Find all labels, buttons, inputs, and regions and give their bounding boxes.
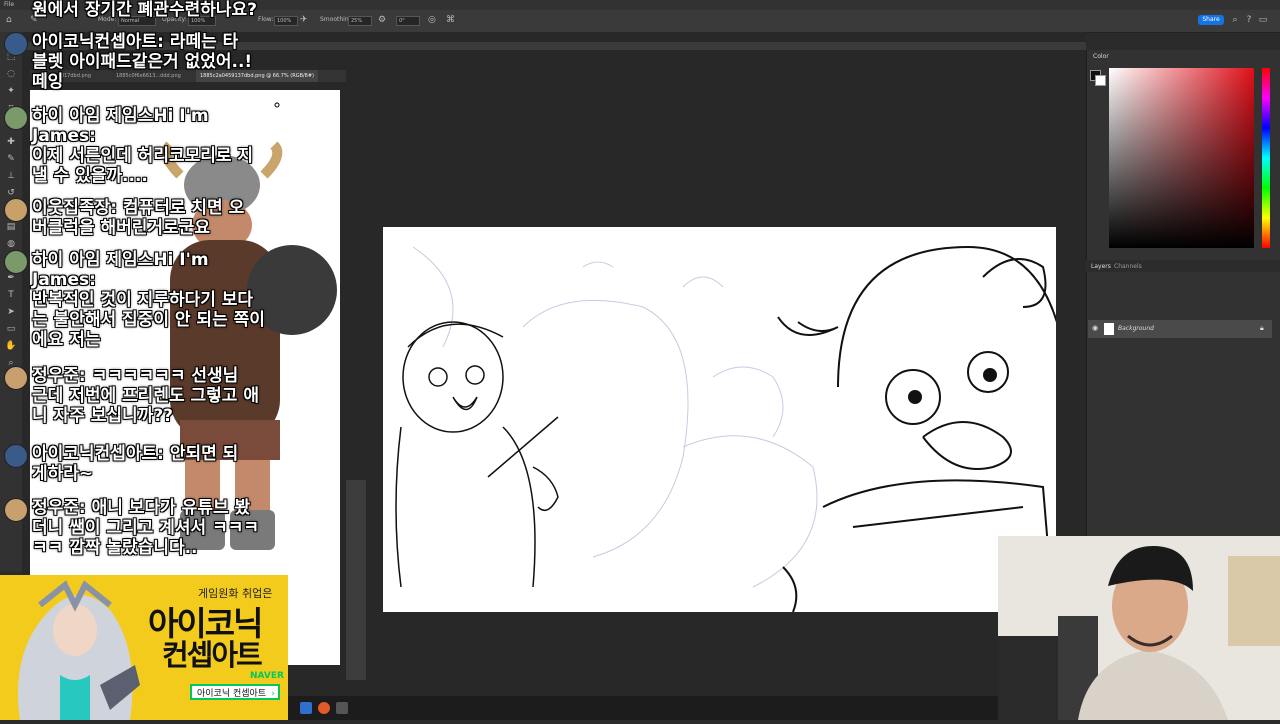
promo-banner[interactable]: 게임원화 취업은 아이코닉 컨셉아트 NAVER 아이코닉 컨셉아트 › [0,575,288,720]
main-canvas[interactable] [383,227,1069,613]
line-art-drawing [395,245,1069,613]
angle-input[interactable]: 0° [396,16,420,26]
banner-character-illustration [18,580,140,720]
banner-search-box[interactable]: 아이코닉 컨셉아트 › [190,684,280,700]
smoothing-input[interactable]: 25% [348,16,372,26]
chat-avatar [4,498,28,522]
chat-avatar [4,444,28,468]
chat-message: 아이코닉컨셉아트: 라떼는 타 블렛 아이패드같은거 없었어..! 떼잉 [32,32,253,92]
hue-slider[interactable] [1262,68,1270,248]
eye-icon[interactable]: ◉ [1092,324,1098,332]
lock-icon[interactable]: 🔒︎ [1260,324,1264,333]
chat-message: 아이코닉컨셉아트: 안되면 되 게하라~ [32,444,239,484]
chat-message: 이웃집족장: 컴퓨터로 치면 오 버클럭을 해버린거로군요 [32,198,245,238]
girl-character [395,321,559,588]
webcam-feed [998,536,1280,720]
layer-name: Background [1118,325,1154,332]
layers-panel-tabs: Layers Channels [1086,260,1280,272]
photoshop-taskbar-icon[interactable] [300,702,312,714]
app-taskbar-icon[interactable] [336,702,348,714]
angle-value: 0° [399,18,405,24]
banner-search-text: 아이코닉 컨셉아트 [197,689,267,699]
banner-title-line2: 컨셉아트 [162,638,263,672]
color-picker-field[interactable] [1109,68,1254,248]
smoothing-value: 25% [351,18,363,24]
chat-avatar [4,32,28,56]
search-icon[interactable]: ⌕ [1230,15,1240,25]
layers-tab[interactable]: Layers [1091,263,1111,270]
chat-message: 하이 아임 제임스Hi I'm James: 이제 서른인데 허리코모리로 지 … [32,106,254,186]
chat-message: 원에서 장기간 폐관수련하나요? [32,0,258,20]
chat-message: 하이 아임 제임스Hi I'm James: 반복적인 것이 지루하다기 보다 … [32,250,265,350]
search-arrow-icon: › [271,689,275,699]
chat-message: 정우준: ㅋㅋㅋㅋㅋㅋ 선생님 근데 저번에 프리렌도 그렇고 애 니 자주 보… [32,366,259,426]
color-panel-tab[interactable]: Color [1093,53,1109,60]
channels-tab[interactable]: Channels [1114,263,1142,270]
symmetry-icon[interactable]: ⌘ [446,15,455,25]
pressure-icon[interactable]: ◎ [428,15,436,25]
layer-thumbnail [1104,323,1114,335]
browser-taskbar-icon[interactable] [318,702,330,714]
chat-avatar [4,198,28,222]
live-chat-overlay: 원에서 장기간 폐관수련하나요? 아이코닉컨셉아트: 라떼는 타 블렛 아이패드… [0,0,300,575]
chat-avatar [4,106,28,130]
naver-logo: NAVER [250,671,284,681]
chat-message: 정우준: 애니 보다가 유튜브 봤 더니 쌤이 그리고 계셔서 ㅋㅋㅋ ㅋㅋ 깜… [32,498,259,558]
panel-strip [346,480,366,680]
chat-avatar [4,250,28,274]
chat-avatar [4,366,28,390]
help-icon[interactable]: ? [1244,15,1254,25]
background-color-swatch[interactable] [1095,75,1106,86]
layer-row-background[interactable]: ◉ Background 🔒︎ [1088,320,1272,338]
workspace-icon[interactable]: ▭ [1258,15,1268,25]
share-button[interactable]: Share [1198,15,1224,25]
sketch-layer [412,246,818,588]
gear-icon[interactable]: ⚙ [378,15,386,25]
streamer-photo [998,536,1280,720]
